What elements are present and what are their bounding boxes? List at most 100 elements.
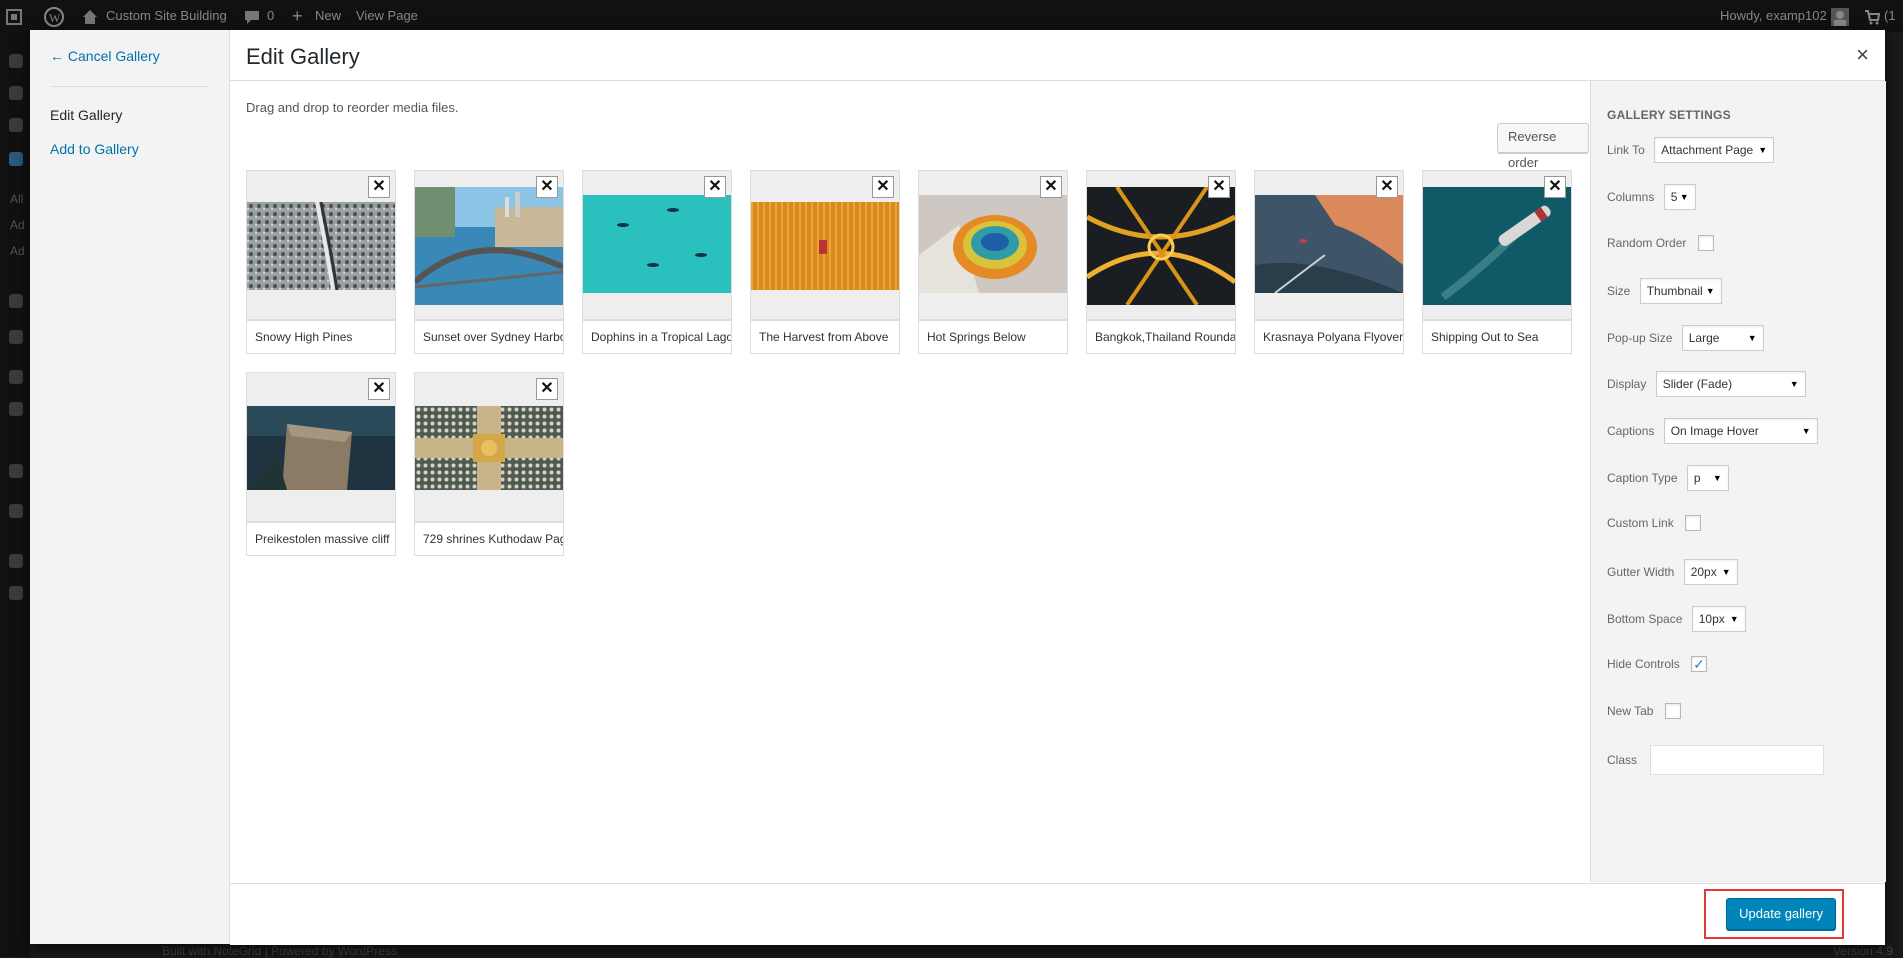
remove-item-icon[interactable]: ✕ [704,176,726,198]
posts-icon[interactable] [9,118,23,132]
plugins-icon[interactable] [9,464,23,478]
bottom-space-value: 10px [1698,612,1725,626]
caption-field[interactable]: The Harvest from Above [750,320,900,354]
caption-type-value: p [1693,471,1701,485]
caption-field[interactable]: Preikestolen massive cliff [246,522,396,556]
site-menu-icon[interactable] [6,0,22,32]
random-order-checkbox[interactable] [1697,235,1714,251]
gallery-item[interactable]: ✕ Krasnaya Polyana Flyover [1254,170,1404,354]
columns-select[interactable]: 5 ▼ [1663,184,1696,210]
view-page-link[interactable]: View Page [356,0,418,32]
pages-icon[interactable] [9,152,23,166]
gutter-width-select[interactable]: 20px ▼ [1683,559,1738,585]
remove-item-icon[interactable]: ✕ [1208,176,1230,198]
dashboard-icon[interactable] [9,54,23,68]
gallery-item[interactable]: ✕ 729 shrines Kuthodaw Pagoda [414,372,564,556]
gallery-item[interactable]: ✕ The Harvest from Above [750,170,900,354]
columns-value: 5 [1670,190,1678,204]
plus-icon: + [292,6,303,26]
settings-icon[interactable] [9,504,23,518]
jetpack-icon[interactable] [9,86,23,100]
gallery-item[interactable]: ✕ Bangkok,Thailand Roundabout [1086,170,1236,354]
wordpress-logo-icon[interactable]: W [44,0,64,32]
cancel-gallery-link[interactable]: ← Cancel Gallery [50,48,160,64]
gallery-item[interactable]: ✕ Snowy High Pines [246,170,396,354]
close-icon[interactable]: × [1856,44,1869,66]
hide-controls-checkbox[interactable]: ✓ [1691,656,1708,672]
submenu-add-new[interactable]: Ad [10,218,25,232]
caption-field[interactable]: Bangkok,Thailand Roundabout [1086,320,1236,354]
admin-side-menu: All Ad Ad [0,32,30,957]
gallery-item[interactable]: ✕ Preikestolen massive cliff [246,372,396,556]
caption-field[interactable]: Krasnaya Polyana Flyover [1254,320,1404,354]
footer-version: Version 4.9 [1832,944,1893,958]
setting-columns: Columns 5 ▼ [1607,184,1696,210]
menu-item-add-to-gallery[interactable]: Add to Gallery [50,141,139,157]
gutter-width-value: 20px [1690,565,1717,579]
chevron-down-icon: ▼ [1712,473,1722,483]
media-icon[interactable] [9,294,23,308]
remove-item-icon[interactable]: ✕ [872,176,894,198]
captions-label: Captions [1607,424,1655,438]
custom-link-checkbox[interactable] [1685,515,1702,531]
caption-field[interactable]: 729 shrines Kuthodaw Pagoda [414,522,564,556]
remove-item-icon[interactable]: ✕ [536,176,558,198]
menu-item-edit-gallery[interactable]: Edit Gallery [50,107,122,123]
avatar[interactable] [1831,0,1849,32]
setting-link-to: Link To Attachment Page ▼ [1607,137,1775,163]
setting-class: Class [1607,745,1825,775]
comments-icon[interactable] [244,0,260,32]
submenu-all-pages[interactable]: All [10,192,23,206]
tools-icon[interactable] [9,370,23,384]
new-content-link[interactable]: New [315,0,341,32]
captions-select[interactable]: On Image Hover ▼ [1663,418,1818,444]
chevron-down-icon: ▼ [1705,286,1715,296]
caption-field[interactable]: Shipping Out to Sea [1422,320,1572,354]
popup-size-select[interactable]: Large ▼ [1681,325,1764,351]
site-name-link[interactable]: Custom Site Building [106,0,227,32]
remove-item-icon[interactable]: ✕ [1376,176,1398,198]
cart-icon[interactable] [1864,0,1881,32]
pencil-icon[interactable] [9,554,23,568]
gutter-width-label: Gutter Width [1607,565,1675,579]
caption-field[interactable]: Hot Springs Below [918,320,1068,354]
remove-item-icon[interactable]: ✕ [368,378,390,400]
link-to-select[interactable]: Attachment Page ▼ [1654,137,1775,163]
class-input[interactable] [1650,745,1825,775]
submenu-add[interactable]: Ad [10,244,25,258]
home-icon [82,0,98,32]
howdy-account-link[interactable]: Howdy, examp102 [1720,0,1827,32]
gallery-content: Drag and drop to reorder media files. Re… [230,81,1589,882]
gallery-item[interactable]: ✕ Sunset over Sydney Harbor [414,170,564,354]
caption-field[interactable]: Sunset over Sydney Harbor [414,320,564,354]
remove-item-icon[interactable]: ✕ [368,176,390,198]
new-tab-checkbox[interactable] [1664,703,1681,719]
setting-new-tab: New Tab [1607,703,1681,719]
pin-icon[interactable] [9,330,23,344]
chevron-down-icon: ▼ [1801,426,1811,436]
collapse-icon[interactable] [9,586,23,600]
caption-field[interactable]: Dophins in a Tropical Lagoon [582,320,732,354]
remove-item-icon[interactable]: ✕ [536,378,558,400]
gallery-item[interactable]: ✕ Hot Springs Below [918,170,1068,354]
caption-field[interactable]: Snowy High Pines [246,320,396,354]
setting-bottom-space: Bottom Space 10px ▼ [1607,606,1746,632]
reverse-order-button[interactable]: Reverse order [1497,123,1589,170]
comments-count[interactable]: 0 [267,0,274,32]
remove-item-icon[interactable]: ✕ [1040,176,1062,198]
edit-gallery-modal: ← Cancel Gallery Edit Gallery Add to Gal… [30,30,1886,945]
bottom-space-select[interactable]: 10px ▼ [1691,606,1746,632]
chevron-down-icon: ▼ [1721,567,1731,577]
remove-item-icon[interactable]: ✕ [1544,176,1566,198]
display-select[interactable]: Slider (Fade) ▼ [1655,371,1806,397]
caption-type-select[interactable]: p ▼ [1686,465,1729,491]
highlight-box [1704,889,1844,939]
gallery-item[interactable]: ✕ Shipping Out to Sea [1422,170,1572,354]
cart-count[interactable]: (1 [1884,0,1896,32]
captions-value: On Image Hover [1670,424,1759,438]
size-select[interactable]: Thumbnail ▼ [1639,278,1722,304]
gallery-item[interactable]: ✕ Dophins in a Tropical Lagoon [582,170,732,354]
setting-hide-controls: Hide Controls ✓ [1607,656,1708,672]
media-frame-menu: ← Cancel Gallery Edit Gallery Add to Gal… [30,30,230,944]
users-icon[interactable] [9,402,23,416]
